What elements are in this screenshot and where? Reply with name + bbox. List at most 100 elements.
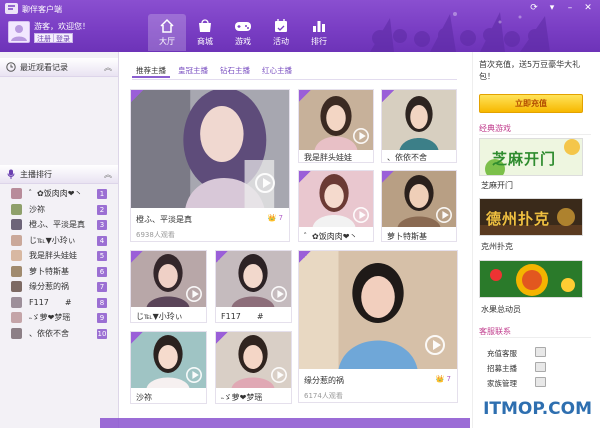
anchor-name: 橙ふ、平淡是真: [136, 215, 192, 224]
anchor-card[interactable]: F117 #: [215, 250, 292, 323]
avatar: [11, 250, 22, 261]
cs-label: 家族管理: [487, 379, 517, 388]
recent-section-header[interactable]: 最近观看记录 ︽: [0, 58, 118, 77]
game-banner-poker[interactable]: 德州扑克: [479, 198, 583, 236]
play-icon[interactable]: [353, 207, 369, 223]
anchor-card[interactable]: 萝卜特斯基: [381, 170, 457, 242]
anchor-card-large[interactable]: 缘分惹的祸 👑 7 6174人观看: [298, 250, 458, 403]
avatar: [11, 265, 22, 277]
menu-icon[interactable]: ▾: [544, 2, 560, 15]
avatar: [11, 296, 22, 308]
chevron-up-icon[interactable]: ︽: [104, 165, 112, 184]
rank-number-badge: 2: [97, 204, 107, 215]
anchor-name: 缘分惹的祸: [304, 376, 344, 385]
register-button[interactable]: 注册: [34, 33, 54, 43]
rank-name: 我是胖头娃娃: [29, 251, 77, 260]
main-nav: 大厅 商城 游戏 活动 排行: [148, 14, 338, 51]
home-icon: [160, 18, 174, 33]
play-icon[interactable]: [186, 286, 202, 302]
anchor-card[interactable]: ゛✿饭肉肉❤丶: [298, 170, 374, 242]
anchor-category-tabs: 推荐主播 皇冠主播 钻石主播 红心主播: [132, 64, 296, 78]
clock-icon: [6, 62, 16, 72]
rank-list: ゛✿饭肉肉❤丶 1 沙祢 2 橙ふ、平淡是真 3 じ℡▼小玲ぃ 4 我是胖头娃娃 5 萝卜…: [0, 186, 118, 341]
play-icon[interactable]: [425, 335, 445, 355]
tab-crown[interactable]: 皇冠主播: [174, 64, 212, 78]
game-name[interactable]: 克州扑克: [481, 241, 513, 252]
rank-item[interactable]: じ℡▼小玲ぃ 4: [0, 233, 118, 249]
rank-item[interactable]: 我是胖头娃娃 5: [0, 248, 118, 264]
anchor-card[interactable]: 沙祢: [130, 331, 207, 404]
nav-item-ranking[interactable]: 排行: [300, 14, 338, 51]
anchor-card-large[interactable]: 橙ふ、平淡是真 👑 7 6938人观看: [130, 89, 290, 242]
rank-number-badge: 5: [97, 251, 107, 261]
nav-item-games[interactable]: 游戏: [224, 14, 262, 51]
play-icon[interactable]: [186, 367, 202, 383]
game-banner-title: 德州扑克: [486, 210, 551, 228]
avatar[interactable]: [8, 21, 30, 43]
anchor-name: じ℡▼小玲ぃ: [136, 312, 183, 321]
tab-diamond[interactable]: 钻石主播: [216, 64, 254, 78]
anchor-card[interactable]: ˵ゞ萝❤梦瑶: [215, 331, 292, 404]
rank-item[interactable]: F117 # 8: [0, 295, 118, 311]
nav-item-shop[interactable]: 商城: [186, 14, 224, 51]
nav-item-hall[interactable]: 大厅: [148, 14, 186, 51]
crown-rating: 👑 7: [436, 375, 451, 383]
play-icon[interactable]: [353, 128, 369, 144]
game-name[interactable]: 水果总动员: [481, 304, 521, 315]
minimize-icon[interactable]: –: [562, 2, 578, 15]
nav-label: 商城: [197, 37, 213, 46]
rank-item[interactable]: ˵ゞ萝❤梦瑶 9: [0, 310, 118, 326]
play-icon[interactable]: [436, 207, 452, 223]
rank-title: 主播排行: [20, 170, 52, 179]
cs-item-family[interactable]: 家族管理: [487, 377, 546, 389]
viewer-count: 6174人观看: [304, 392, 343, 400]
login-button[interactable]: 登录: [53, 33, 73, 43]
chevron-up-icon[interactable]: ︽: [104, 58, 112, 77]
rank-item[interactable]: 缘分惹的祸 7: [0, 279, 118, 295]
recharge-label: 立即充值: [515, 99, 547, 108]
cs-item-recharge[interactable]: 充值客服: [487, 347, 546, 359]
rank-item[interactable]: 、依依不舍 10: [0, 326, 118, 342]
avatar: [11, 327, 22, 339]
tab-heart[interactable]: 红心主播: [258, 64, 296, 78]
crown-icon: 👑: [267, 214, 277, 222]
shop-icon: [199, 19, 211, 32]
anchor-name: ゛✿饭肉肉❤丶: [304, 232, 358, 241]
avatar: [11, 234, 22, 246]
corner-badge: [382, 90, 394, 102]
left-sidebar: 最近观看记录 ︽ 主播排行 ︽ ゛✿饭肉肉❤丶 1 沙祢 2 橙ふ、平淡是真 3 じ℡…: [0, 52, 119, 428]
customer-service-title: 客服联系: [479, 327, 511, 336]
anchor-name: 沙祢: [136, 393, 152, 402]
play-icon[interactable]: [255, 173, 275, 193]
bottom-strip: [100, 418, 470, 428]
rank-item[interactable]: 萝卜特斯基 6: [0, 264, 118, 280]
anchor-card[interactable]: 、依依不舍: [381, 89, 457, 163]
game-name[interactable]: 芝麻开门: [481, 180, 513, 191]
close-icon[interactable]: ✕: [580, 2, 596, 15]
rank-name: 、依依不舍: [29, 328, 69, 338]
refresh-icon[interactable]: ⟳: [526, 2, 542, 15]
nav-item-events[interactable]: 活动: [262, 14, 300, 51]
anchor-card[interactable]: 我是胖头娃娃: [298, 89, 374, 163]
rank-item[interactable]: ゛✿饭肉肉❤丶 1: [0, 186, 118, 202]
game-banner-zhima[interactable]: 芝麻开门: [479, 138, 583, 176]
right-panel: 首次充值，送5万豆豪华大礼包！ 立即充值 经典游戏 芝麻开门 芝麻开门 德州扑克…: [472, 52, 600, 428]
watermark: ITMOP.COM: [483, 399, 592, 419]
gamepad-icon: [235, 22, 251, 31]
recharge-button[interactable]: 立即充值: [479, 94, 583, 113]
rank-number-badge: 9: [97, 313, 107, 323]
rank-item[interactable]: 橙ふ、平淡是真 3: [0, 217, 118, 233]
anchor-name: F117 #: [221, 312, 264, 321]
play-icon[interactable]: [271, 286, 287, 302]
game-banner-fruit[interactable]: [479, 260, 583, 298]
cs-item-recruit[interactable]: 招募主播: [487, 362, 546, 374]
corner-badge: [131, 332, 143, 344]
corner-badge: [299, 251, 311, 263]
anchor-card[interactable]: じ℡▼小玲ぃ: [130, 250, 207, 323]
rank-section-header[interactable]: 主播排行 ︽: [0, 165, 118, 184]
rank-number-badge: 6: [97, 266, 107, 277]
rank-item[interactable]: 沙祢 2: [0, 202, 118, 218]
tab-recommended[interactable]: 推荐主播: [132, 64, 170, 78]
play-icon[interactable]: [271, 367, 287, 383]
rank-name: 萝卜特斯基: [29, 266, 69, 276]
